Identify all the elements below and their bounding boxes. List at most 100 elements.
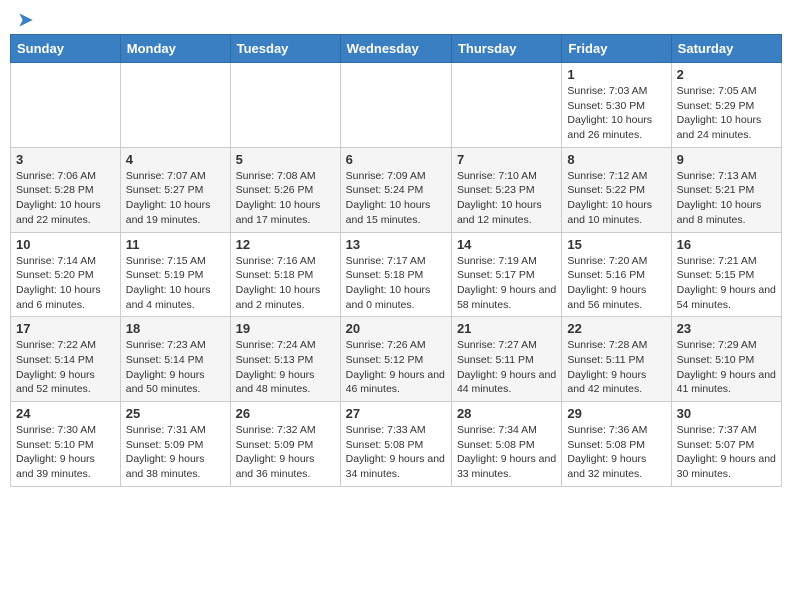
day-number: 13 — [346, 237, 446, 252]
calendar-cell — [230, 63, 340, 148]
day-number: 18 — [126, 321, 225, 336]
day-info: Sunrise: 7:07 AM Sunset: 5:27 PM Dayligh… — [126, 169, 225, 228]
day-info: Sunrise: 7:37 AM Sunset: 5:07 PM Dayligh… — [677, 423, 776, 482]
day-info: Sunrise: 7:27 AM Sunset: 5:11 PM Dayligh… — [457, 338, 556, 397]
day-number: 15 — [567, 237, 665, 252]
day-info: Sunrise: 7:15 AM Sunset: 5:19 PM Dayligh… — [126, 254, 225, 313]
day-number: 20 — [346, 321, 446, 336]
calendar-cell: 14 Sunrise: 7:19 AM Sunset: 5:17 PM Dayli… — [451, 232, 561, 317]
calendar-cell: 15 Sunrise: 7:20 AM Sunset: 5:16 PM Dayli… — [562, 232, 671, 317]
day-number: 12 — [236, 237, 335, 252]
calendar-cell: 22 Sunrise: 7:28 AM Sunset: 5:11 PM Dayli… — [562, 317, 671, 402]
day-number: 29 — [567, 406, 665, 421]
calendar-cell: 13 Sunrise: 7:17 AM Sunset: 5:18 PM Dayli… — [340, 232, 451, 317]
day-info: Sunrise: 7:28 AM Sunset: 5:11 PM Dayligh… — [567, 338, 665, 397]
calendar-cell: 7 Sunrise: 7:10 AM Sunset: 5:23 PM Daylig… — [451, 147, 561, 232]
day-number: 10 — [16, 237, 115, 252]
calendar-cell: 11 Sunrise: 7:15 AM Sunset: 5:19 PM Dayli… — [120, 232, 230, 317]
day-info: Sunrise: 7:26 AM Sunset: 5:12 PM Dayligh… — [346, 338, 446, 397]
day-number: 2 — [677, 67, 776, 82]
day-number: 3 — [16, 152, 115, 167]
calendar-cell: 1 Sunrise: 7:03 AM Sunset: 5:30 PM Daylig… — [562, 63, 671, 148]
day-info: Sunrise: 7:06 AM Sunset: 5:28 PM Dayligh… — [16, 169, 115, 228]
day-info: Sunrise: 7:34 AM Sunset: 5:08 PM Dayligh… — [457, 423, 556, 482]
weekday-header-sunday: Sunday — [11, 35, 121, 63]
day-info: Sunrise: 7:21 AM Sunset: 5:15 PM Dayligh… — [677, 254, 776, 313]
day-info: Sunrise: 7:13 AM Sunset: 5:21 PM Dayligh… — [677, 169, 776, 228]
day-info: Sunrise: 7:16 AM Sunset: 5:18 PM Dayligh… — [236, 254, 335, 313]
calendar-cell: 4Sunrise: 7:07 AM Sunset: 5:27 PM Daylig… — [120, 147, 230, 232]
calendar-cell: 9 Sunrise: 7:13 AM Sunset: 5:21 PM Daylig… — [671, 147, 781, 232]
day-number: 11 — [126, 237, 225, 252]
day-info: Sunrise: 7:03 AM Sunset: 5:30 PM Dayligh… — [567, 84, 665, 143]
day-number: 16 — [677, 237, 776, 252]
logo-arrow-icon — [16, 10, 36, 30]
day-info: Sunrise: 7:30 AM Sunset: 5:10 PM Dayligh… — [16, 423, 115, 482]
weekday-header-thursday: Thursday — [451, 35, 561, 63]
day-number: 25 — [126, 406, 225, 421]
day-info: Sunrise: 7:31 AM Sunset: 5:09 PM Dayligh… — [126, 423, 225, 482]
calendar-cell: 2 Sunrise: 7:05 AM Sunset: 5:29 PM Daylig… — [671, 63, 781, 148]
day-number: 7 — [457, 152, 556, 167]
day-number: 23 — [677, 321, 776, 336]
calendar-cell: 27Sunrise: 7:33 AM Sunset: 5:08 PM Dayli… — [340, 402, 451, 487]
day-number: 8 — [567, 152, 665, 167]
page-header — [10, 10, 782, 26]
day-info: Sunrise: 7:12 AM Sunset: 5:22 PM Dayligh… — [567, 169, 665, 228]
calendar-cell: 29 Sunrise: 7:36 AM Sunset: 5:08 PM Dayli… — [562, 402, 671, 487]
day-info: Sunrise: 7:05 AM Sunset: 5:29 PM Dayligh… — [677, 84, 776, 143]
calendar-cell: 18 Sunrise: 7:23 AM Sunset: 5:14 PM Dayli… — [120, 317, 230, 402]
day-info: Sunrise: 7:23 AM Sunset: 5:14 PM Dayligh… — [126, 338, 225, 397]
weekday-header-saturday: Saturday — [671, 35, 781, 63]
calendar-cell: 17 Sunrise: 7:22 AM Sunset: 5:14 PM Dayli… — [11, 317, 121, 402]
day-number: 28 — [457, 406, 556, 421]
calendar-week-4: 24 Sunrise: 7:30 AM Sunset: 5:10 PM Dayli… — [11, 402, 782, 487]
calendar-header-row: SundayMondayTuesdayWednesdayThursdayFrid… — [11, 35, 782, 63]
day-number: 26 — [236, 406, 335, 421]
day-number: 14 — [457, 237, 556, 252]
weekday-header-friday: Friday — [562, 35, 671, 63]
day-number: 9 — [677, 152, 776, 167]
calendar-cell: 3 Sunrise: 7:06 AM Sunset: 5:28 PM Daylig… — [11, 147, 121, 232]
calendar-week-0: 1 Sunrise: 7:03 AM Sunset: 5:30 PM Daylig… — [11, 63, 782, 148]
calendar-week-1: 3 Sunrise: 7:06 AM Sunset: 5:28 PM Daylig… — [11, 147, 782, 232]
day-info: Sunrise: 7:36 AM Sunset: 5:08 PM Dayligh… — [567, 423, 665, 482]
calendar-cell — [120, 63, 230, 148]
weekday-header-wednesday: Wednesday — [340, 35, 451, 63]
weekday-header-monday: Monday — [120, 35, 230, 63]
calendar-week-2: 10Sunrise: 7:14 AM Sunset: 5:20 PM Dayli… — [11, 232, 782, 317]
logo — [14, 10, 36, 26]
day-info: Sunrise: 7:10 AM Sunset: 5:23 PM Dayligh… — [457, 169, 556, 228]
calendar-week-3: 17 Sunrise: 7:22 AM Sunset: 5:14 PM Dayli… — [11, 317, 782, 402]
calendar-cell: 23Sunrise: 7:29 AM Sunset: 5:10 PM Dayli… — [671, 317, 781, 402]
calendar-cell: 6 Sunrise: 7:09 AM Sunset: 5:24 PM Daylig… — [340, 147, 451, 232]
weekday-header-tuesday: Tuesday — [230, 35, 340, 63]
day-info: Sunrise: 7:22 AM Sunset: 5:14 PM Dayligh… — [16, 338, 115, 397]
calendar-cell: 28 Sunrise: 7:34 AM Sunset: 5:08 PM Dayli… — [451, 402, 561, 487]
calendar-cell: 8 Sunrise: 7:12 AM Sunset: 5:22 PM Daylig… — [562, 147, 671, 232]
day-number: 1 — [567, 67, 665, 82]
day-info: Sunrise: 7:32 AM Sunset: 5:09 PM Dayligh… — [236, 423, 335, 482]
calendar-cell: 21Sunrise: 7:27 AM Sunset: 5:11 PM Dayli… — [451, 317, 561, 402]
day-number: 30 — [677, 406, 776, 421]
day-number: 6 — [346, 152, 446, 167]
day-number: 27 — [346, 406, 446, 421]
calendar-cell: 24 Sunrise: 7:30 AM Sunset: 5:10 PM Dayli… — [11, 402, 121, 487]
day-info: Sunrise: 7:08 AM Sunset: 5:26 PM Dayligh… — [236, 169, 335, 228]
day-info: Sunrise: 7:09 AM Sunset: 5:24 PM Dayligh… — [346, 169, 446, 228]
calendar-cell: 10Sunrise: 7:14 AM Sunset: 5:20 PM Dayli… — [11, 232, 121, 317]
day-info: Sunrise: 7:19 AM Sunset: 5:17 PM Dayligh… — [457, 254, 556, 313]
calendar-table: SundayMondayTuesdayWednesdayThursdayFrid… — [10, 34, 782, 487]
day-number: 19 — [236, 321, 335, 336]
calendar-cell: 19 Sunrise: 7:24 AM Sunset: 5:13 PM Dayli… — [230, 317, 340, 402]
day-info: Sunrise: 7:20 AM Sunset: 5:16 PM Dayligh… — [567, 254, 665, 313]
day-number: 22 — [567, 321, 665, 336]
calendar-cell — [451, 63, 561, 148]
calendar-cell: 30 Sunrise: 7:37 AM Sunset: 5:07 PM Dayli… — [671, 402, 781, 487]
day-info: Sunrise: 7:24 AM Sunset: 5:13 PM Dayligh… — [236, 338, 335, 397]
day-number: 17 — [16, 321, 115, 336]
calendar-cell: 5 Sunrise: 7:08 AM Sunset: 5:26 PM Daylig… — [230, 147, 340, 232]
day-number: 5 — [236, 152, 335, 167]
day-number: 24 — [16, 406, 115, 421]
day-info: Sunrise: 7:17 AM Sunset: 5:18 PM Dayligh… — [346, 254, 446, 313]
